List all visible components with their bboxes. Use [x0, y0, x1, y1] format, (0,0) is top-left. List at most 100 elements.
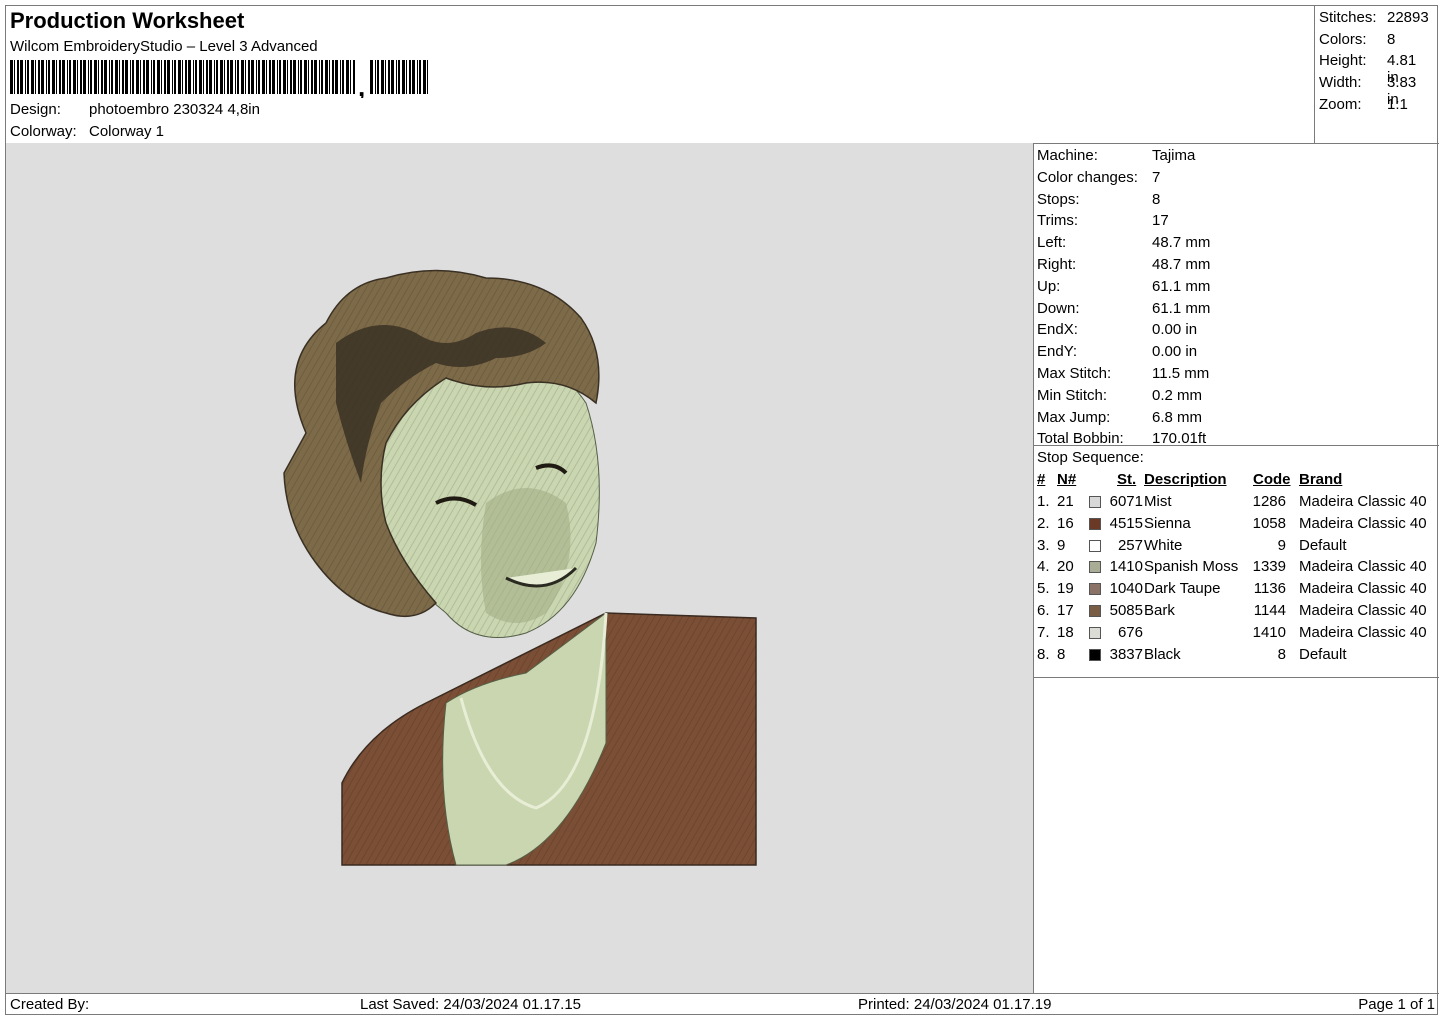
stop-brand: Madeira Classic 40 — [1299, 514, 1427, 532]
stop-description: Mist — [1144, 493, 1172, 510]
embroidery-portrait — [283, 269, 757, 866]
color-swatch — [1089, 648, 1101, 661]
stop-description: Dark Taupe — [1144, 580, 1221, 598]
machine-row: Min Stitch: 0.2 mm — [1037, 386, 1202, 404]
machine-row: Color changes: 7 — [1037, 169, 1160, 186]
color-swatch — [1089, 605, 1101, 617]
machine-info-panel: Stop Sequence: # N# St. Description Code… — [1033, 143, 1439, 993]
machine-label: Up: — [1037, 277, 1061, 295]
stop-stitches: 257 — [1117, 536, 1143, 554]
worksheet-frame: Production Worksheet Wilcom EmbroiderySt… — [5, 5, 1439, 1015]
machine-value: 61.1 mm — [1152, 299, 1211, 317]
page-number: Page 1 of 1 — [1358, 996, 1435, 1013]
machine-label: Left: — [1037, 234, 1067, 252]
stop-index: 6. — [1037, 602, 1050, 619]
color-swatch — [1089, 626, 1101, 639]
machine-row: Right: 48.7 mm — [1037, 256, 1210, 273]
stop-description: Spanish Moss — [1144, 558, 1239, 576]
stat-zoom: Zoom: 1:1 — [1319, 96, 1408, 113]
software-name: Wilcom EmbroideryStudio – Level 3 Advanc… — [10, 38, 318, 55]
stop-description: Black — [1144, 645, 1181, 663]
stat-label: Zoom: — [1319, 96, 1362, 113]
barcode: , — [10, 60, 428, 98]
stop-needle: 20 — [1057, 558, 1074, 576]
stop-sequence-title: Stop Sequence: — [1037, 449, 1144, 466]
machine-row: EndY: 0.00 in — [1037, 343, 1197, 361]
machine-value: 0.2 mm — [1152, 386, 1203, 404]
colorway-label: Colorway: — [10, 123, 77, 140]
col-header-code: Code — [1253, 471, 1291, 488]
machine-value: 8 — [1152, 190, 1161, 208]
stop-needle: 17 — [1057, 602, 1074, 619]
machine-label: Max Jump: — [1037, 408, 1111, 426]
col-header-stitches: St. — [1117, 471, 1137, 488]
stat-colors: Colors: 8 — [1319, 31, 1395, 48]
machine-row: Trims: 17 — [1037, 212, 1169, 230]
stop-code: 1144 — [1253, 602, 1286, 619]
machine-label: Machine: — [1037, 147, 1098, 164]
divider — [1033, 677, 1439, 678]
machine-value: 6.8 mm — [1152, 408, 1203, 426]
stop-needle: 19 — [1057, 580, 1074, 598]
stop-brand: Madeira Classic 40 — [1299, 602, 1427, 619]
stat-value: 22893 — [1387, 9, 1429, 26]
stat-label: Stitches: — [1319, 9, 1377, 26]
stop-brand: Default — [1299, 536, 1347, 554]
stat-label: Width: — [1319, 74, 1362, 91]
machine-value: 7 — [1152, 168, 1161, 186]
stat-stitches: Stitches: 22893 — [1319, 9, 1429, 26]
stop-stitches: 3837 — [1109, 645, 1143, 663]
design-preview — [6, 143, 1034, 993]
machine-label: Down: — [1037, 299, 1080, 317]
stop-description: Bark — [1144, 602, 1175, 619]
machine-label: Max Stitch: — [1037, 365, 1112, 382]
machine-row: Machine: Tajima — [1037, 147, 1195, 164]
machine-row: Up: 61.1 mm — [1037, 277, 1210, 295]
color-swatch — [1089, 561, 1101, 574]
machine-label: Min Stitch: — [1037, 386, 1108, 404]
machine-row: Total Bobbin: 170.01ft — [1037, 430, 1206, 448]
design-row: Design: photoembro 230324 4,8in — [10, 101, 260, 118]
stat-value: 1:1 — [1387, 96, 1408, 113]
stop-description: Sienna — [1144, 514, 1191, 532]
col-header-index: # — [1037, 471, 1046, 488]
machine-value: 170.01ft — [1152, 430, 1207, 448]
stop-needle: 16 — [1057, 514, 1074, 532]
machine-row: Left: 48.7 mm — [1037, 234, 1210, 252]
machine-label: Total Bobbin: — [1037, 430, 1124, 448]
design-label: Design: — [10, 101, 61, 118]
machine-value: 11.5 mm — [1152, 365, 1210, 382]
worksheet-header: Production Worksheet Wilcom EmbroiderySt… — [6, 6, 1315, 144]
machine-row: Max Jump: 6.8 mm — [1037, 408, 1202, 426]
stop-needle: 9 — [1057, 536, 1066, 554]
stop-code: 8 — [1277, 645, 1286, 663]
stop-stitches: 4515 — [1109, 514, 1143, 532]
page-title: Production Worksheet — [10, 8, 245, 33]
stat-label: Colors: — [1319, 31, 1367, 48]
color-swatch — [1089, 496, 1101, 508]
stop-stitches: 676 — [1117, 623, 1143, 641]
machine-label: Stops: — [1037, 190, 1080, 208]
machine-label: Trims: — [1037, 212, 1079, 230]
stop-index: 5. — [1037, 580, 1050, 598]
stop-stitches: 1040 — [1109, 580, 1143, 598]
stop-code: 1410 — [1252, 623, 1286, 641]
stop-needle: 8 — [1057, 645, 1066, 663]
machine-row: Max Stitch: 11.5 mm — [1037, 365, 1209, 382]
machine-label: Right: — [1037, 256, 1077, 273]
stop-needle: 21 — [1057, 493, 1074, 510]
stat-height: Height: 4.81 in — [1319, 52, 1416, 86]
stop-brand: Default — [1299, 645, 1347, 663]
created-by: Created By: — [10, 996, 90, 1013]
machine-label: EndY: — [1037, 343, 1078, 361]
colorway-value: Colorway 1 — [89, 123, 165, 140]
col-header-needle: N# — [1057, 471, 1077, 488]
color-swatch — [1089, 539, 1101, 552]
stat-value: 8 — [1387, 31, 1396, 48]
stat-label: Height: — [1319, 52, 1367, 69]
stop-code: 1339 — [1252, 558, 1286, 576]
machine-value: 0.00 in — [1152, 343, 1198, 361]
machine-value: 0.00 in — [1152, 321, 1198, 339]
machine-row: EndX: 0.00 in — [1037, 321, 1197, 338]
color-swatch — [1089, 517, 1101, 530]
